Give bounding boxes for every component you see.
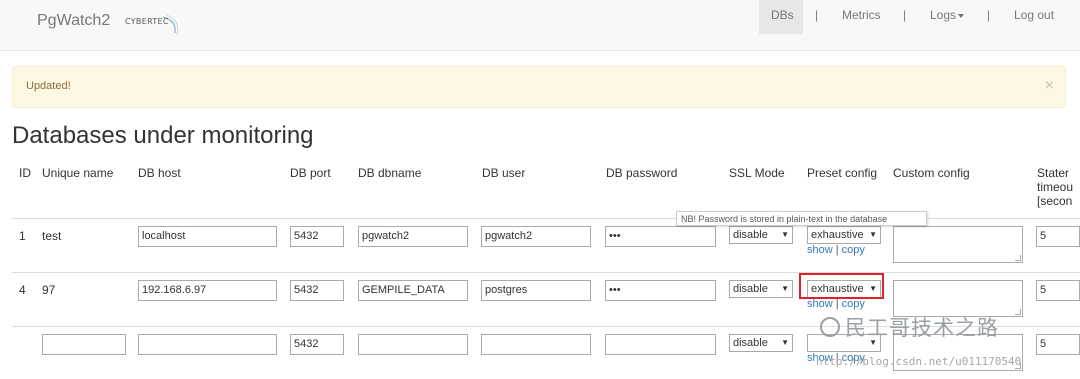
header-db-port: DB port bbox=[290, 166, 331, 180]
db-password-input[interactable]: ••• bbox=[605, 280, 716, 301]
db-password-input[interactable] bbox=[605, 334, 716, 355]
logo-text: CYBERTEC bbox=[125, 17, 169, 26]
unique-name-input[interactable] bbox=[42, 334, 126, 355]
cybertec-logo: CYBERTEC bbox=[125, 13, 183, 37]
db-host-input[interactable] bbox=[138, 334, 277, 355]
nav-dbs[interactable]: DBs bbox=[771, 8, 794, 22]
nav-separator: | bbox=[987, 8, 991, 22]
row-id: 1 bbox=[19, 229, 26, 243]
watermark-url: http://blog.csdn.net/u011170540 bbox=[816, 355, 1022, 368]
annotation-highlight-box bbox=[799, 273, 884, 299]
header-db-user: DB user bbox=[482, 166, 526, 180]
db-user-input[interactable] bbox=[481, 334, 591, 355]
header-id: ID bbox=[19, 166, 31, 180]
db-dbname-input[interactable]: pgwatch2 bbox=[358, 226, 468, 247]
copy-link[interactable]: copy bbox=[842, 244, 865, 256]
header-ssl-mode: SSL Mode bbox=[729, 166, 785, 180]
page-title: Databases under monitoring bbox=[12, 122, 314, 149]
row-unique-name: 97 bbox=[42, 283, 56, 297]
db-port-input[interactable]: 5432 bbox=[290, 226, 344, 247]
watermark-text: 民工哥技术之路 bbox=[845, 316, 999, 340]
row-id: 4 bbox=[19, 283, 26, 297]
link-separator: | bbox=[835, 244, 839, 256]
link-separator: | bbox=[835, 298, 839, 310]
chevron-down-icon: ▼ bbox=[781, 338, 789, 347]
db-port-input[interactable]: 5432 bbox=[290, 280, 344, 301]
preset-links: show | copy bbox=[807, 244, 865, 256]
nav-separator: | bbox=[815, 8, 819, 22]
alert-success: Updated! × bbox=[12, 66, 1066, 108]
header-unique-name: Unique name bbox=[42, 166, 114, 180]
chevron-down-icon: ▼ bbox=[781, 230, 789, 239]
watermark-icon bbox=[820, 317, 840, 337]
preset-config-select[interactable]: exhaustive ▼ bbox=[807, 226, 881, 244]
ssl-mode-value: disable bbox=[733, 337, 768, 349]
top-navbar: PgWatch2 CYBERTEC DBs | Metrics | Logs |… bbox=[0, 0, 1080, 51]
statement-timeout-input[interactable]: 5 bbox=[1036, 280, 1080, 301]
nav-separator: | bbox=[903, 8, 907, 22]
preset-links: show | copy bbox=[807, 298, 865, 310]
nav-logout[interactable]: Log out bbox=[1014, 8, 1054, 22]
db-dbname-input[interactable] bbox=[358, 334, 468, 355]
row-unique-name: test bbox=[42, 229, 62, 243]
header-db-host: DB host bbox=[138, 166, 181, 180]
chevron-down-icon: ▼ bbox=[781, 284, 789, 293]
resize-handle-icon[interactable] bbox=[1015, 309, 1021, 315]
db-host-input[interactable]: localhost bbox=[138, 226, 277, 247]
chevron-down-icon: ▼ bbox=[869, 230, 877, 239]
statement-timeout-input[interactable]: 5 bbox=[1036, 334, 1080, 355]
nav-metrics[interactable]: Metrics bbox=[842, 8, 881, 22]
header-custom-config: Custom config bbox=[893, 166, 970, 180]
db-dbname-input[interactable]: GEMPILE_DATA bbox=[358, 280, 468, 301]
close-icon[interactable]: × bbox=[1045, 77, 1054, 95]
header-db-password: DB password bbox=[606, 166, 678, 180]
header-preset-config: Preset config bbox=[807, 166, 878, 180]
db-password-input[interactable]: ••• bbox=[605, 226, 716, 247]
resize-handle-icon[interactable] bbox=[1015, 255, 1021, 261]
ssl-mode-select[interactable]: disable ▼ bbox=[729, 334, 793, 352]
preset-config-value: exhaustive bbox=[811, 229, 864, 241]
ssl-mode-select[interactable]: disable ▼ bbox=[729, 226, 793, 244]
caret-down-icon bbox=[958, 13, 965, 18]
password-tooltip: NB! Password is stored in plain-text in … bbox=[676, 211, 927, 226]
copy-link[interactable]: copy bbox=[842, 298, 865, 310]
ssl-mode-value: disable bbox=[733, 283, 768, 295]
ssl-mode-select[interactable]: disable ▼ bbox=[729, 280, 793, 298]
brand-name[interactable]: PgWatch2 bbox=[37, 12, 110, 30]
nav-logs-label: Logs bbox=[930, 8, 957, 22]
row-divider bbox=[12, 272, 1080, 273]
alert-message: Updated! bbox=[26, 80, 71, 92]
statement-timeout-input[interactable]: 5 bbox=[1036, 226, 1080, 247]
nav-logs-dropdown[interactable]: Logs bbox=[930, 8, 965, 22]
header-statement-timeout: Stater timeou [secon bbox=[1037, 166, 1074, 208]
db-user-input[interactable]: postgres bbox=[481, 280, 591, 301]
db-host-input[interactable]: 192.168.6.97 bbox=[138, 280, 277, 301]
custom-config-textarea[interactable] bbox=[893, 226, 1023, 263]
db-user-input[interactable]: pgwatch2 bbox=[481, 226, 591, 247]
header-db-dbname: DB dbname bbox=[358, 166, 422, 180]
show-link[interactable]: show bbox=[807, 244, 833, 256]
db-port-input[interactable]: 5432 bbox=[290, 334, 344, 355]
show-link[interactable]: show bbox=[807, 298, 833, 310]
ssl-mode-value: disable bbox=[733, 229, 768, 241]
